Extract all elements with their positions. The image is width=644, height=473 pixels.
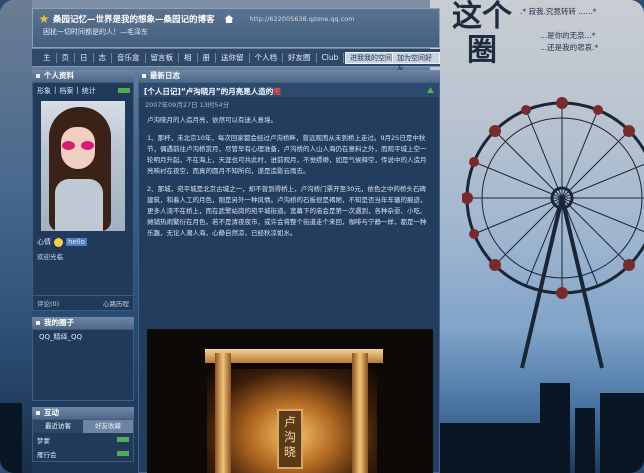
interact-panel-title: 互动 bbox=[32, 407, 134, 419]
add-friend-button[interactable]: 加为空间好友 bbox=[392, 52, 440, 72]
photo-plaque: 卢沟晓 bbox=[277, 409, 303, 469]
post-paragraph: 1、那杯，未北京10年，每次回家都会经过卢沟桥畔，曾远观而从未到桥上走过。9月2… bbox=[147, 134, 427, 175]
site-title[interactable]: 桑园记忆—世界是我的想象—桑园记的博客 bbox=[53, 13, 215, 25]
online-status-icon bbox=[118, 88, 130, 93]
smile-icon bbox=[54, 237, 63, 247]
tab-friend-favorites[interactable]: 好友收藏 bbox=[83, 420, 133, 433]
mood-row: 心情 hello bbox=[33, 235, 133, 249]
nav-item-guestbook[interactable]: 留言板 bbox=[146, 52, 179, 63]
nav-item-album-1[interactable]: 相 bbox=[179, 52, 198, 63]
profile-link-archive[interactable]: 档案 bbox=[59, 86, 73, 96]
site-url[interactable]: http://622005638.qzone.qq.com bbox=[250, 15, 355, 23]
main-content: 最新日志 [个人日记]“卢沟晓月”的月亮是人造的图 2007年09月27日 13… bbox=[138, 70, 440, 473]
main-nav: 主 页 日 志 音乐盒 留言板 相 册 送你留 个人档 好友圈 Club 进我我… bbox=[32, 49, 440, 72]
enter-space-button[interactable]: 进我我的空间 bbox=[345, 52, 397, 64]
decor-title: 这个圈 bbox=[452, 0, 512, 68]
nav-item-friends[interactable]: 好友圈 bbox=[283, 52, 317, 63]
mood-badge: hello bbox=[66, 238, 87, 246]
nav-item-diary-1[interactable]: 日 bbox=[75, 52, 94, 63]
nav-item-home-2[interactable]: 页 bbox=[57, 52, 75, 63]
post-paragraph: 2、那城，宛平城是北京古城之一，却不曾到得桥上，卢沟桥门票开至30元，依色之中的… bbox=[147, 185, 427, 237]
page-frame: 这个圈 .* 寂我.究竟转转 ......* ...是你的无奈...* ...还… bbox=[0, 0, 644, 473]
comment-row: 评论(0) 心路历程 bbox=[33, 295, 133, 310]
friend-item[interactable]: QQ_精绎_QQ bbox=[32, 329, 134, 401]
collapse-icon[interactable] bbox=[427, 87, 434, 93]
post-title-image-tag: 图 bbox=[273, 87, 281, 96]
avatar[interactable] bbox=[41, 101, 125, 231]
tab-recent-visitors[interactable]: 最近访客 bbox=[33, 420, 83, 433]
profile-panel-title: 个人资料 bbox=[32, 70, 134, 82]
comment-link[interactable]: 评论(0) bbox=[37, 298, 59, 308]
post-date: 2007年09月27日 13时54分 bbox=[145, 101, 230, 109]
blog-header: 桑园记忆—世界是我的想象—桑园记的博客 http://622005638.qzo… bbox=[32, 8, 440, 48]
profile-panel: 形象 | 档案 | 统计 心情 hello 欢迎光临 评论(0) 心路历程 bbox=[32, 82, 134, 311]
nav-item-album-2[interactable]: 册 bbox=[198, 52, 216, 63]
post-paragraph: 卢沟晓月的人造月亮，依然可以有迷人意境。 bbox=[147, 116, 277, 124]
nav-item-club[interactable]: Club bbox=[317, 52, 345, 63]
site-subtitle: 困扰一切时间都是的人！—毛泽东 bbox=[43, 28, 148, 36]
ferris-wheel-image bbox=[462, 97, 644, 369]
nav-item-diary-2[interactable]: 志 bbox=[94, 52, 112, 63]
post-title-text[interactable]: [个人日记]“卢沟晓月”的月亮是人造的 bbox=[144, 87, 273, 96]
blog-post: [个人日记]“卢沟晓月”的月亮是人造的图 2007年09月27日 13时54分 … bbox=[138, 82, 440, 473]
star-icon bbox=[39, 14, 49, 24]
list-item[interactable]: 雁行会 bbox=[33, 447, 133, 461]
decor-line-1: .* 寂我.究竟转转 ......* bbox=[520, 7, 597, 16]
welcome-text: 欢迎光临 bbox=[37, 253, 63, 261]
latest-posts-title: 最新日志 bbox=[138, 70, 440, 82]
profile-link-sep-1: | bbox=[54, 86, 57, 94]
profile-links: 形象 | 档案 | 统计 bbox=[33, 83, 133, 99]
list-item[interactable]: 梦蒙 bbox=[33, 433, 133, 447]
post-photo[interactable]: 卢沟晓 bbox=[147, 329, 433, 473]
left-sidebar: 个人资料 形象 | 档案 | 统计 心情 hello 欢迎光临 评论(0) 心路… bbox=[32, 70, 134, 462]
interact-panel: 最近访客 好友收藏 梦蒙 雁行会 bbox=[32, 419, 134, 462]
profile-link-sep-2: | bbox=[76, 86, 79, 94]
post-body: 卢沟晓月的人造月亮，依然可以有迷人意境。 1、那杯，未北京10年，每次回家都会经… bbox=[139, 115, 439, 239]
nav-item-gift[interactable]: 送你留 bbox=[216, 52, 250, 63]
friends-panel-title: 我的圈子 bbox=[32, 317, 134, 329]
mood-label: 心情 bbox=[37, 238, 51, 246]
home-icon[interactable] bbox=[224, 15, 234, 23]
profile-link-image[interactable]: 形象 bbox=[37, 86, 51, 96]
nav-item-profile[interactable]: 个人档 bbox=[250, 52, 283, 63]
decor-line-2: ...是你的无奈...* bbox=[540, 31, 596, 40]
post-title[interactable]: [个人日记]“卢沟晓月”的月亮是人造的图 bbox=[139, 83, 439, 97]
history-link[interactable]: 心路历程 bbox=[103, 298, 129, 308]
nav-item-home-1[interactable]: 主 bbox=[38, 52, 57, 63]
profile-link-stats[interactable]: 统计 bbox=[82, 86, 96, 96]
nav-item-music[interactable]: 音乐盒 bbox=[112, 52, 146, 63]
decor-line-3: ...还是我的悲哀.* bbox=[540, 43, 599, 52]
